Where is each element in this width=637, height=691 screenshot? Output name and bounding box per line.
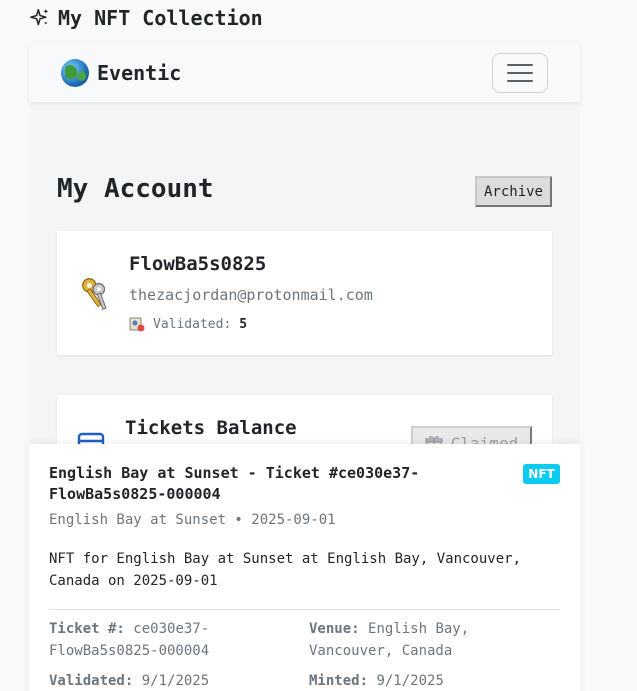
minted-date-value: 9/1/2025: [376, 673, 444, 689]
nft-title: English Bay at Sunset - Ticket #ce030e37…: [49, 464, 420, 503]
tickets-balance-title: Tickets Balance: [125, 417, 297, 439]
venue-label: Venue:: [309, 621, 360, 637]
navbar-toggler-button[interactable]: [492, 53, 548, 93]
validated-label: Validated:: [153, 316, 232, 332]
ticket-number-field: Ticket #: ce030e37-FlowBa5s0825-000004: [49, 618, 279, 662]
globe-icon: [61, 59, 89, 87]
user-email: thezacjordan@protonmail.com: [129, 286, 373, 304]
validated-date-value: 9/1/2025: [141, 673, 210, 689]
validated-date-label: Validated:: [49, 673, 134, 689]
ticket-number-label: Ticket #:: [49, 621, 125, 637]
brand-link[interactable]: Eventic: [61, 59, 181, 87]
navbar: Eventic: [29, 44, 580, 102]
page-title: My NFT Collection: [58, 6, 263, 30]
username: FlowBa5s0825: [129, 253, 267, 275]
nft-badge: NFT: [523, 464, 560, 484]
minted-date-field: Minted: 9/1/2025: [309, 670, 539, 691]
nft-subtitle: English Bay at Sunset • 2025-09-01: [49, 512, 336, 528]
archive-button[interactable]: Archive: [475, 176, 552, 207]
page-header: My NFT Collection: [30, 4, 263, 32]
account-section-title: My Account: [57, 174, 214, 204]
divider: [49, 609, 560, 610]
validated-date-field: Validated: 9/1/2025: [49, 670, 279, 691]
validated-stat: Validated: 5: [129, 316, 247, 332]
minted-date-label: Minted:: [309, 673, 369, 689]
user-card: FlowBa5s0825 thezacjordan@protonmail.com…: [57, 231, 552, 355]
venue-field: Venue: English Bay, Vancouver, Canada: [309, 618, 539, 662]
nft-description: NFT for English Bay at Sunset at English…: [49, 551, 522, 589]
keys-icon: [82, 278, 107, 310]
validated-count: 5: [239, 316, 248, 332]
nft-detail-panel: English Bay at Sunset - Ticket #ce030e37…: [29, 444, 580, 691]
sparkles-icon: [30, 8, 49, 26]
brand-name: Eventic: [97, 61, 182, 85]
validated-badge-icon: [129, 317, 145, 332]
hamburger-icon: [507, 64, 533, 66]
